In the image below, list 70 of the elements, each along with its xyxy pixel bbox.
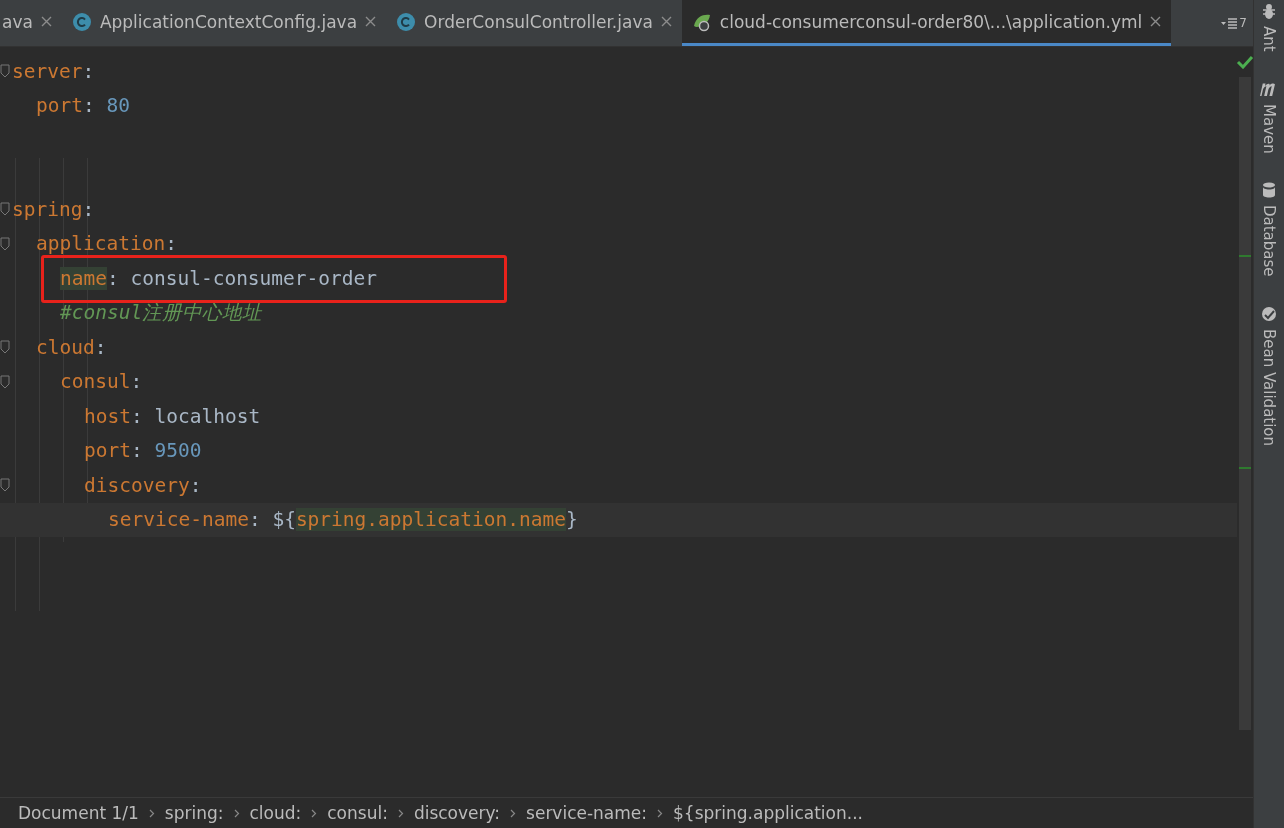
fold-marker-icon[interactable]	[0, 236, 10, 251]
chevron-icon	[657, 808, 664, 818]
colon: :	[189, 473, 202, 497]
breadcrumb[interactable]: cloud:	[249, 803, 302, 823]
tool-window-button[interactable]: Ant	[1260, 2, 1278, 52]
colon: :	[130, 404, 143, 428]
chevron-icon	[311, 808, 318, 818]
close-icon[interactable]	[40, 16, 52, 27]
scrollbar[interactable]	[1239, 77, 1251, 730]
file-tab[interactable]: cloud-consumerconsul-order80\...\application.yml	[681, 0, 1172, 46]
colon: :	[94, 335, 107, 359]
yaml-key: port	[36, 94, 83, 118]
fold-marker-icon[interactable]	[0, 340, 10, 354]
yaml-value: consul-consumer-order	[130, 266, 377, 290]
tool-window-button[interactable]: Bean Validation	[1260, 305, 1278, 447]
breadcrumb[interactable]: ${spring.application...	[673, 803, 863, 823]
yaml-key: consul	[60, 370, 131, 394]
tab-overflow-button[interactable]: 7	[1215, 0, 1253, 46]
tool-window-button[interactable]: Maven	[1260, 79, 1278, 154]
close-icon[interactable]	[365, 16, 377, 27]
yaml-key: port	[84, 439, 131, 463]
database-icon	[1260, 181, 1278, 200]
close-icon[interactable]	[660, 16, 672, 27]
yaml-key: host	[84, 404, 131, 428]
yaml-key: cloud	[36, 335, 95, 359]
brace: }	[565, 508, 578, 532]
yaml-key: discovery	[84, 473, 190, 497]
file-tab[interactable]: OrderConsulController.java	[386, 0, 682, 46]
yaml-key: server	[12, 59, 83, 83]
yaml-value: 80	[106, 94, 130, 118]
file-tab[interactable]: ApplicationContextConfig.java	[61, 0, 387, 46]
colon: :	[130, 439, 143, 463]
colon: :	[165, 232, 177, 256]
yaml-key: application	[36, 232, 166, 256]
yaml-value: spring.application.name	[295, 508, 566, 532]
check-icon	[1236, 55, 1254, 69]
colon: :	[248, 508, 261, 532]
chevron-icon	[148, 808, 155, 818]
yaml-value: 9500	[154, 439, 202, 463]
brace: ${	[272, 508, 296, 532]
yaml-key: service-name	[108, 508, 249, 532]
fold-marker-icon[interactable]	[0, 202, 10, 216]
class-icon	[71, 11, 92, 32]
breadcrumb[interactable]: service-name:	[526, 803, 648, 823]
colon: :	[106, 266, 119, 290]
chevron-icon	[510, 808, 517, 818]
ant-icon	[1260, 2, 1278, 20]
chevron-icon	[233, 808, 240, 818]
breadcrumb[interactable]: Document 1/1	[18, 803, 139, 823]
colon: :	[130, 370, 143, 394]
list-icon	[1221, 17, 1238, 29]
yaml-key: name	[60, 266, 107, 290]
tool-window-button[interactable]: Database	[1260, 181, 1278, 277]
bean-icon	[1260, 305, 1278, 323]
breadcrumb[interactable]: consul:	[327, 803, 388, 823]
yaml-key: spring	[12, 197, 83, 221]
code-comment: #consul注册中心地址	[60, 300, 263, 327]
yaml-value: localhost	[154, 404, 261, 428]
breadcrumb[interactable]: spring:	[164, 803, 224, 823]
class-icon	[396, 11, 417, 32]
colon: :	[82, 94, 95, 118]
file-tab[interactable]: ava	[0, 0, 62, 46]
chevron-icon	[397, 808, 404, 818]
fold-marker-icon[interactable]	[0, 478, 10, 492]
breadcrumb[interactable]: discovery:	[413, 803, 501, 823]
fold-marker-icon[interactable]	[0, 64, 10, 78]
close-icon[interactable]	[1150, 16, 1162, 27]
fold-marker-icon[interactable]	[0, 374, 10, 389]
colon: :	[82, 59, 95, 83]
colon: :	[82, 197, 95, 221]
